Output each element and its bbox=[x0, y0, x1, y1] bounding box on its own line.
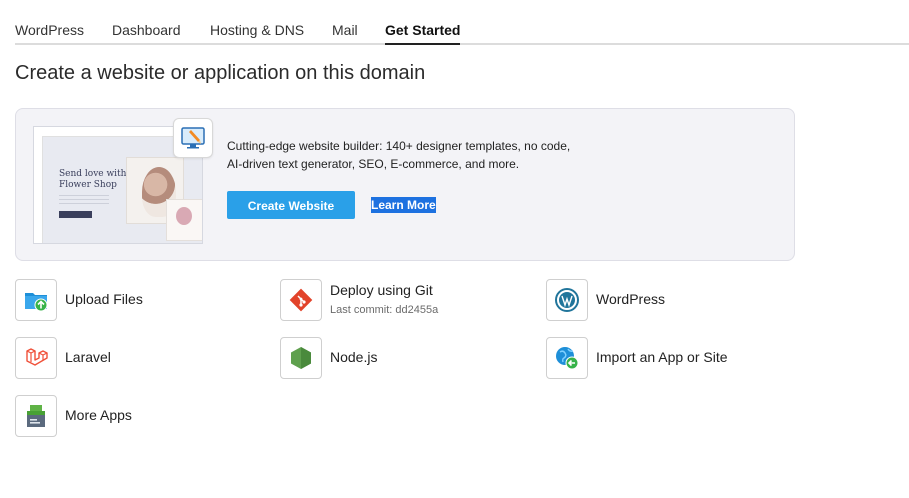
git-icon-box bbox=[280, 279, 322, 321]
tab-dashboard[interactable]: Dashboard bbox=[112, 18, 181, 43]
tab-wordpress[interactable]: WordPress bbox=[15, 18, 84, 43]
upload-files-icon-box bbox=[15, 279, 57, 321]
last-commit-text: Last commit: dd2455a bbox=[330, 304, 439, 316]
app-laravel[interactable]: Laravel bbox=[15, 337, 255, 379]
app-more-apps[interactable]: More Apps bbox=[15, 395, 255, 437]
site-builder-promo-card: Send love with Flower Shop Cutting-edge … bbox=[15, 108, 795, 261]
nodejs-icon bbox=[291, 347, 311, 369]
tab-mail[interactable]: Mail bbox=[332, 18, 358, 43]
preview-flower bbox=[176, 207, 192, 225]
app-label: WordPress bbox=[596, 291, 665, 307]
preview-text-lines bbox=[59, 195, 109, 205]
import-globe-icon bbox=[556, 347, 579, 370]
app-import-site[interactable]: Import an App or Site bbox=[546, 337, 786, 379]
import-icon-box bbox=[546, 337, 588, 379]
page-title: Create a website or application on this … bbox=[15, 62, 426, 84]
more-apps-icon-box bbox=[15, 395, 57, 437]
laravel-icon-box bbox=[15, 337, 57, 379]
tab-get-started[interactable]: Get Started bbox=[385, 18, 461, 45]
app-label: More Apps bbox=[65, 407, 132, 423]
learn-more-link[interactable]: Learn More bbox=[371, 197, 436, 213]
more-apps-icon bbox=[27, 405, 45, 427]
app-nodejs[interactable]: Node.js bbox=[280, 337, 520, 379]
wordpress-icon bbox=[555, 288, 579, 312]
site-builder-icon bbox=[181, 127, 205, 149]
tab-bar: WordPress Dashboard Hosting & DNS Mail G… bbox=[15, 18, 909, 45]
create-website-button[interactable]: Create Website bbox=[227, 191, 355, 219]
site-builder-badge bbox=[173, 118, 213, 158]
preview-button bbox=[59, 211, 92, 218]
app-label: Laravel bbox=[65, 349, 111, 365]
app-label: Upload Files bbox=[65, 291, 143, 307]
tab-hosting-dns[interactable]: Hosting & DNS bbox=[210, 18, 304, 43]
promo-description: Cutting-edge website builder: 140+ desig… bbox=[227, 139, 571, 171]
app-upload-files[interactable]: Upload Files bbox=[15, 279, 255, 321]
upload-folder-icon bbox=[25, 293, 48, 312]
app-label: Node.js bbox=[330, 349, 378, 365]
preview-sidebar bbox=[34, 136, 43, 243]
git-icon bbox=[289, 288, 313, 312]
app-deploy-git[interactable]: Deploy using Git Last commit: dd2455a bbox=[280, 279, 520, 321]
app-wordpress[interactable]: WordPress bbox=[546, 279, 786, 321]
nodejs-icon-box bbox=[280, 337, 322, 379]
app-label: Deploy using Git bbox=[330, 282, 433, 298]
wordpress-icon-box bbox=[546, 279, 588, 321]
laravel-icon bbox=[26, 348, 48, 366]
app-label: Import an App or Site bbox=[596, 349, 728, 365]
